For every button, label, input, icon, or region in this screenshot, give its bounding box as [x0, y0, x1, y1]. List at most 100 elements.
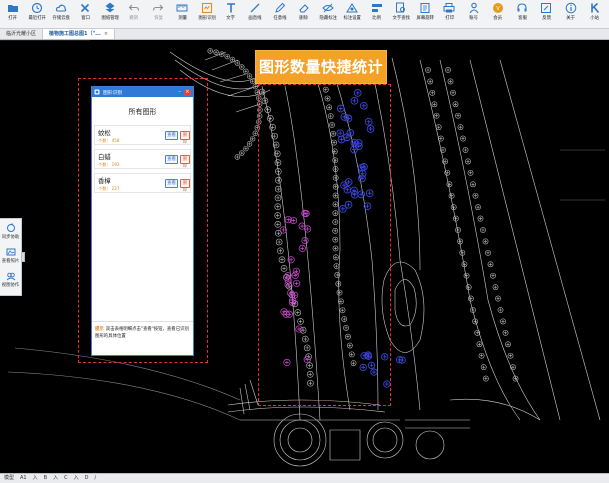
tab-planting-plan[interactable]: 植物施工图总图1（"... × [43, 29, 116, 39]
tree-symbol-gray-cross [480, 354, 484, 358]
sidebar-item-sync[interactable]: 同步协助 [0, 219, 21, 243]
tree-symbol-gray-cross [461, 137, 465, 141]
layout-tab[interactable]: C [64, 475, 68, 481]
shape-row[interactable]: 蚊松 个数：458 查看 删除 [94, 125, 191, 145]
close-icon[interactable]: × [184, 88, 191, 96]
tree-symbol-gray-cross [208, 49, 212, 53]
folder-open-icon [7, 2, 19, 14]
tree-symbol-gray-cross [466, 159, 470, 163]
tree-symbol-gray-cross [481, 228, 485, 232]
tree-symbol-gray-cross [248, 74, 251, 78]
sidebar-item-label: 视图协作 [1, 282, 20, 288]
minimize-icon[interactable]: – [176, 89, 183, 96]
undo-icon [128, 2, 140, 14]
toolbar-button[interactable]: 屏幕旋转 [414, 0, 437, 29]
toolbar-button[interactable]: 图纸管理 [98, 0, 121, 29]
delete-button[interactable]: 删除 [180, 131, 190, 145]
toolbar-button[interactable]: 小站 [583, 0, 606, 29]
tree-symbol-gray-cross [432, 102, 436, 106]
toolbar-button[interactable]: 打印 [438, 0, 461, 29]
toolbar-button[interactable]: 标注设置 [341, 0, 364, 29]
shape-row[interactable]: 白蜡 个数：193 查看 删除 [94, 149, 191, 169]
tree-symbol-gray-cross [501, 319, 505, 323]
tree-symbol-gray-cross [251, 79, 255, 83]
toolbar-button[interactable]: 关于 [559, 0, 582, 29]
layout-tab[interactable]: 入 [33, 475, 38, 481]
toolbar-button-label: 图纸管理 [100, 16, 119, 21]
sync-icon [6, 222, 15, 232]
view-button[interactable]: 查看 [165, 155, 178, 164]
toolbar-button-label: 标注设置 [343, 16, 362, 21]
view-button[interactable]: 查看 [165, 179, 178, 188]
toolbar-button[interactable]: 测量 [171, 0, 194, 29]
shape-count: 个数：193 [98, 162, 120, 168]
toolbar-button-label: 恢复 [153, 16, 163, 21]
tree-symbol-gray-cross [437, 125, 441, 129]
toolbar-button[interactable]: 文字查找 [389, 0, 412, 29]
clock-icon [31, 2, 43, 14]
layout-tab[interactable]: 入 [53, 475, 58, 481]
delete-button[interactable]: 删除 [180, 179, 190, 193]
toolbar-button[interactable]: 撤销 [122, 0, 145, 29]
sidebar-item-collaboration[interactable]: 视图协作 [0, 267, 21, 291]
toolbar-button[interactable]: 恢复 [147, 0, 170, 29]
photo-icon [6, 248, 15, 255]
shape-recognize-icon [201, 2, 213, 14]
count-value: 458 [111, 138, 120, 143]
tree-symbol-gray-cross [253, 85, 257, 89]
toolbar-button-label: 关于 [566, 16, 576, 21]
tree-symbol-gray-cross [491, 274, 495, 278]
tree-symbol-gray-cross [511, 365, 515, 369]
layout-tab[interactable]: D [85, 475, 89, 481]
layout-tab[interactable]: A1 [20, 475, 27, 481]
toolbar-button[interactable]: 任意线 [268, 0, 291, 29]
toolbar-button[interactable]: 画直线 [244, 0, 267, 29]
pencil-icon [274, 2, 286, 14]
tree-symbol-gray-cross [253, 131, 257, 135]
toolbar-button[interactable]: 窗口 [74, 0, 97, 29]
toolbar-button[interactable]: 比例 [365, 0, 388, 29]
tree-symbol-gray-cross [448, 79, 453, 83]
layout-tab[interactable]: 入 [74, 475, 79, 481]
layout-tab-model[interactable]: 模型 [4, 475, 14, 481]
toolbar-button[interactable]: 图形识别 [195, 0, 218, 29]
sidebar-item-label: 同步协助 [1, 234, 20, 240]
view-button[interactable]: 查看 [165, 131, 178, 140]
toolbar-button[interactable]: 删除 [292, 0, 315, 29]
hide-annotation-icon [322, 2, 334, 14]
toolbar-button[interactable]: 打开 [1, 0, 24, 29]
side-panel-collapse-handle[interactable] [21, 252, 25, 262]
dialog-titlebar[interactable]: 图形识别 – × [92, 87, 193, 97]
close-x-icon [79, 2, 91, 14]
text-search-icon [395, 2, 407, 14]
toolbar-button[interactable]: V 会员 [486, 0, 509, 29]
toolbar-button[interactable]: 存储云盘 [50, 0, 73, 29]
shape-row[interactable]: 香樟 个数：227 查看 删除 [94, 173, 191, 193]
toolbar-button-label: 客服 [517, 16, 527, 21]
toolbar-button[interactable]: 最近打开 [25, 0, 48, 29]
tab-close-icon[interactable]: × [104, 31, 108, 37]
annotation-settings-icon [346, 2, 359, 14]
sidebar-item-photos[interactable]: 查看照片 [0, 243, 21, 267]
delete-button[interactable]: 删除 [180, 155, 190, 169]
toolbar-button[interactable]: 客服 [511, 0, 534, 29]
toolbar-button[interactable]: 反馈 [535, 0, 558, 29]
layout-tab[interactable]: B [44, 475, 47, 481]
tree-symbol-gray-cross [439, 137, 443, 141]
shape-name: 香樟 [98, 177, 111, 185]
toolbar-button[interactable]: 账号 [462, 0, 485, 29]
toolbar-button-label: 存储云盘 [52, 16, 70, 21]
tab-label: 临沂光耀小区 [6, 31, 37, 37]
toolbar-button[interactable]: 隐藏标注 [316, 0, 339, 29]
tree-symbol-gray-cross [476, 205, 480, 209]
toolbar-button-label: 账号 [469, 16, 479, 21]
toolbar-button-label: 测量 [178, 16, 187, 21]
toolbar-button[interactable]: 文字 [219, 0, 242, 29]
info-icon [565, 2, 577, 14]
svg-text:V: V [496, 6, 500, 12]
layout-tab[interactable]: / [94, 475, 96, 481]
tab-label: 植物施工图总图1（"... [49, 31, 101, 37]
tree-symbol-gray-cross [508, 354, 513, 358]
tab-linyi[interactable]: 临沂光耀小区 [0, 29, 44, 39]
tree-symbol-gray-cross [488, 262, 493, 266]
